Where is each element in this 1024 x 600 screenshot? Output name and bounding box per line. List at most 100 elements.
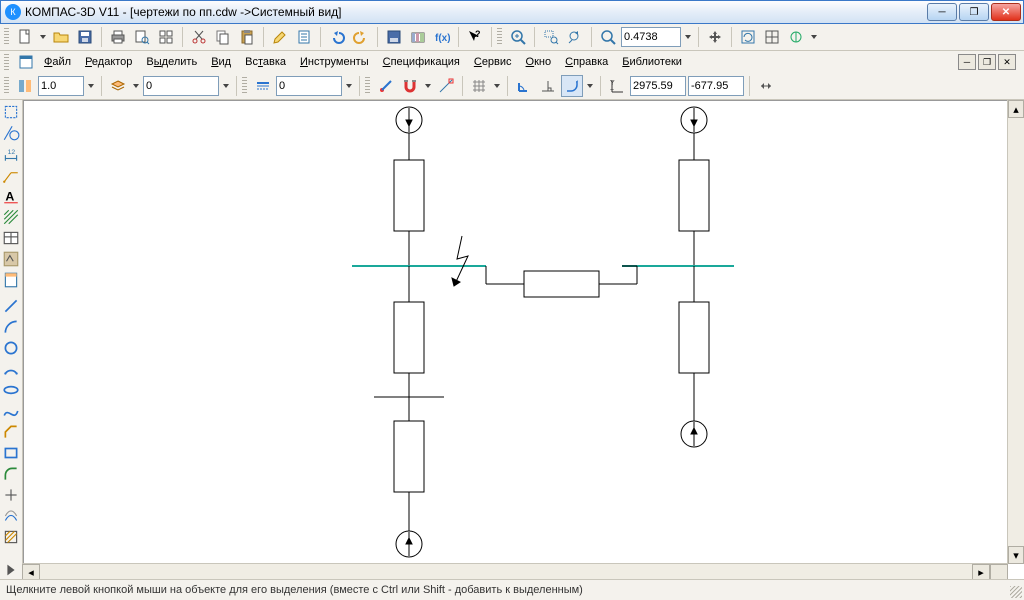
zoom-fit-button[interactable] xyxy=(597,26,619,48)
scroll-up-button[interactable]: ▴ xyxy=(1008,100,1024,118)
layer-button[interactable] xyxy=(107,75,129,97)
style-dropdown[interactable] xyxy=(344,76,354,96)
pan-button[interactable] xyxy=(704,26,726,48)
resize-grip-icon[interactable] xyxy=(1010,586,1022,598)
grid-dropdown[interactable] xyxy=(492,76,502,96)
dimension-tool[interactable]: 12 xyxy=(1,144,21,164)
format-paint-button[interactable] xyxy=(269,26,291,48)
print-button[interactable] xyxy=(107,26,129,48)
vertical-scrollbar[interactable]: ▴ ▾ xyxy=(1007,100,1024,564)
expand-button[interactable] xyxy=(755,75,777,97)
ortho-button[interactable] xyxy=(513,75,535,97)
layer-nav-dropdown[interactable] xyxy=(131,76,141,96)
scale-dropdown[interactable] xyxy=(86,76,96,96)
coord-x-input[interactable] xyxy=(630,76,686,96)
report-tool[interactable] xyxy=(1,270,21,290)
menu-сервис[interactable]: Сервис xyxy=(467,53,519,71)
arc-tool[interactable] xyxy=(1,317,21,337)
circle-tool[interactable] xyxy=(1,338,21,358)
rebuild-button[interactable] xyxy=(737,26,759,48)
maximize-button[interactable]: ❐ xyxy=(959,3,989,21)
horizontal-scrollbar[interactable]: ◂ ▸ xyxy=(22,563,1008,580)
layout-button[interactable] xyxy=(155,26,177,48)
geometry-tool[interactable] xyxy=(1,123,21,143)
menu-вставка[interactable]: Вставка xyxy=(238,53,293,71)
close-button[interactable]: ✕ xyxy=(991,3,1021,21)
cut-button[interactable] xyxy=(188,26,210,48)
open-button[interactable] xyxy=(50,26,72,48)
annotation-tool[interactable] xyxy=(1,165,21,185)
round-dropdown[interactable] xyxy=(585,76,595,96)
scroll-right-button[interactable]: ▸ xyxy=(972,564,990,580)
undo-button[interactable] xyxy=(326,26,348,48)
library-button[interactable] xyxy=(407,26,429,48)
menu-библиотеки[interactable]: Библиотеки xyxy=(615,53,689,71)
mdi-restore-button[interactable]: ❐ xyxy=(978,54,996,70)
menu-редактор[interactable]: Редактор xyxy=(78,53,139,71)
snap-magnet-button[interactable] xyxy=(399,75,421,97)
mdi-close-button[interactable]: ✕ xyxy=(998,54,1016,70)
layer-dropdown[interactable] xyxy=(221,76,231,96)
snap-end-button[interactable] xyxy=(435,75,457,97)
minimize-button[interactable]: ─ xyxy=(927,3,957,21)
function-button[interactable]: f(x) xyxy=(431,26,453,48)
snap-point-button[interactable] xyxy=(375,75,397,97)
rectangle-tool[interactable] xyxy=(1,443,21,463)
roughness-tool[interactable] xyxy=(1,249,21,269)
select-tool[interactable] xyxy=(1,102,21,122)
snap-dropdown[interactable] xyxy=(423,76,433,96)
copy-button[interactable] xyxy=(212,26,234,48)
edit-tool[interactable]: A xyxy=(1,186,21,206)
menu-вид[interactable]: Вид xyxy=(204,53,238,71)
display-button[interactable] xyxy=(785,26,807,48)
scroll-right-button[interactable] xyxy=(1,560,21,580)
zoom-prev-button[interactable] xyxy=(564,26,586,48)
hatch-fill-tool[interactable] xyxy=(1,527,21,547)
linestyle-button[interactable] xyxy=(252,75,274,97)
spline-tool[interactable] xyxy=(1,401,21,421)
disk-button[interactable] xyxy=(383,26,405,48)
refresh-button[interactable] xyxy=(761,26,783,48)
coords-button[interactable]: Y+ xyxy=(606,75,628,97)
layer-input[interactable] xyxy=(143,76,219,96)
hatch-tool[interactable] xyxy=(1,207,21,227)
ellipse-tool[interactable] xyxy=(1,380,21,400)
save-button[interactable] xyxy=(74,26,96,48)
fillet-tool[interactable] xyxy=(1,464,21,484)
menu-инструменты[interactable]: Инструменты xyxy=(293,53,376,71)
zoom-in-button[interactable] xyxy=(507,26,529,48)
new-doc-button[interactable] xyxy=(14,26,36,48)
line-tool[interactable] xyxy=(1,296,21,316)
scroll-left-button[interactable]: ◂ xyxy=(22,564,40,580)
menu-icon-button[interactable] xyxy=(15,51,37,73)
perp-button[interactable] xyxy=(537,75,559,97)
chamfer-tool[interactable] xyxy=(1,422,21,442)
scale-input[interactable] xyxy=(38,76,84,96)
paste-button[interactable] xyxy=(236,26,258,48)
whatsthis-button[interactable]: ? xyxy=(464,26,486,48)
round-button[interactable] xyxy=(561,75,583,97)
point-tool[interactable] xyxy=(1,485,21,505)
properties-button[interactable] xyxy=(293,26,315,48)
style-input[interactable] xyxy=(276,76,342,96)
zoom-value-input[interactable] xyxy=(621,27,681,47)
grid-button[interactable] xyxy=(468,75,490,97)
states-button[interactable] xyxy=(14,75,36,97)
print-preview-button[interactable] xyxy=(131,26,153,48)
mdi-minimize-button[interactable]: ─ xyxy=(958,54,976,70)
coord-y-input[interactable] xyxy=(688,76,744,96)
redo-button[interactable] xyxy=(350,26,372,48)
new-doc-dropdown[interactable] xyxy=(38,27,48,47)
display-dropdown[interactable] xyxy=(809,27,819,47)
menu-файл[interactable]: Файл xyxy=(37,53,78,71)
menu-спецификация[interactable]: Спецификация xyxy=(376,53,467,71)
zoom-dropdown[interactable] xyxy=(683,27,693,47)
zoom-window-button[interactable] xyxy=(540,26,562,48)
table-tool[interactable] xyxy=(1,228,21,248)
drawing-canvas[interactable] xyxy=(23,100,1024,580)
menu-справка[interactable]: Справка xyxy=(558,53,615,71)
arc3-tool[interactable] xyxy=(1,359,21,379)
menu-окно[interactable]: Окно xyxy=(519,53,559,71)
scroll-down-button[interactable]: ▾ xyxy=(1008,546,1024,564)
menu-выделить[interactable]: Выделить xyxy=(139,53,204,71)
